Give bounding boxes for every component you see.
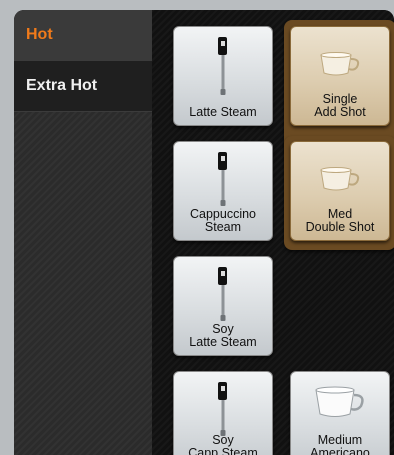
steam-wand-icon bbox=[218, 267, 227, 321]
med-double-shot-button[interactable]: Med Double Shot bbox=[290, 141, 390, 241]
sidebar-item-extra-hot[interactable]: Extra Hot bbox=[14, 61, 152, 112]
medium-americano-button[interactable]: Medium Americano bbox=[290, 371, 390, 455]
tile-label: Single Add Shot bbox=[314, 92, 366, 119]
cup-icon bbox=[320, 167, 360, 191]
tile-label: Soy Capp Steam bbox=[188, 433, 258, 455]
med-double-shot-selection-frame: Med Double Shot bbox=[284, 136, 394, 250]
tile-label: Cappuccino Steam bbox=[189, 207, 256, 234]
latte-steam-button[interactable]: Latte Steam bbox=[173, 26, 273, 126]
cappuccino-steam-button[interactable]: Cappuccino Steam bbox=[173, 141, 273, 241]
sidebar-item-hot[interactable]: Hot bbox=[14, 10, 152, 61]
app-frame: Hot Extra Hot Latte Steam Single Add Sho bbox=[14, 10, 394, 455]
steam-wand-icon bbox=[218, 37, 227, 95]
steam-wand-icon bbox=[218, 152, 227, 206]
tile-label: Med Double Shot bbox=[305, 207, 375, 234]
cup-icon bbox=[315, 386, 364, 417]
drink-grid: Latte Steam Single Add Shot Cappuccino S… bbox=[152, 10, 394, 455]
category-sidebar: Hot Extra Hot bbox=[14, 10, 152, 455]
soy-capp-steam-button[interactable]: Soy Capp Steam bbox=[173, 371, 273, 455]
tile-label: Latte Steam bbox=[189, 105, 257, 119]
tile-label: Soy Latte Steam bbox=[189, 322, 257, 349]
steam-wand-icon bbox=[218, 382, 227, 436]
single-add-shot-button[interactable]: Single Add Shot bbox=[290, 26, 390, 126]
tile-label: Medium Americano bbox=[310, 433, 370, 455]
soy-latte-steam-button[interactable]: Soy Latte Steam bbox=[173, 256, 273, 356]
cup-icon bbox=[320, 52, 360, 76]
